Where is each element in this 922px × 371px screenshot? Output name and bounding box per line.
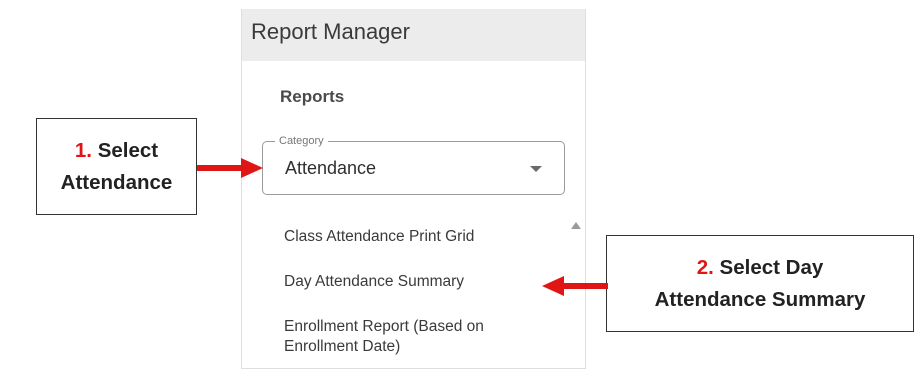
category-value: Attendance — [285, 158, 377, 178]
step-1-text-1: Select — [97, 138, 159, 162]
step-1-number: 1. — [74, 138, 92, 162]
callout-step-1: 1. Select Attendance — [36, 118, 197, 215]
step-2-text-2: Attendance Summary — [654, 287, 866, 311]
arrow-left-icon — [542, 276, 608, 296]
report-item-day-attendance-summary[interactable]: Day Attendance Summary — [284, 272, 544, 292]
category-label: Category — [275, 134, 328, 148]
step-1-text-2: Attendance — [60, 170, 173, 194]
chevron-down-icon[interactable] — [530, 166, 542, 172]
annotated-screenshot: Report Manager Reports Category Attendan… — [0, 0, 922, 371]
step-2-number: 2. — [696, 255, 714, 279]
panel-header: Report Manager — [242, 9, 585, 61]
report-item-class-attendance-print-grid[interactable]: Class Attendance Print Grid — [284, 227, 544, 247]
step-2-text-1: Select Day — [719, 255, 824, 279]
arrow-right-icon — [197, 158, 263, 178]
scroll-up-icon[interactable] — [571, 222, 581, 229]
callout-step-2-line-1: 2. Select Day — [697, 252, 824, 284]
category-select[interactable]: Category Attendance — [262, 134, 565, 195]
panel-title: Report Manager — [251, 19, 410, 44]
reports-heading: Reports — [280, 87, 345, 106]
callout-step-2: 2. Select Day Attendance Summary — [606, 235, 914, 332]
report-manager-panel: Report Manager Reports Category Attendan… — [241, 9, 586, 369]
callout-step-1-line-1: 1. Select — [75, 135, 158, 167]
report-item-enrollment-report[interactable]: Enrollment Report (Based on Enrollment D… — [284, 317, 544, 357]
